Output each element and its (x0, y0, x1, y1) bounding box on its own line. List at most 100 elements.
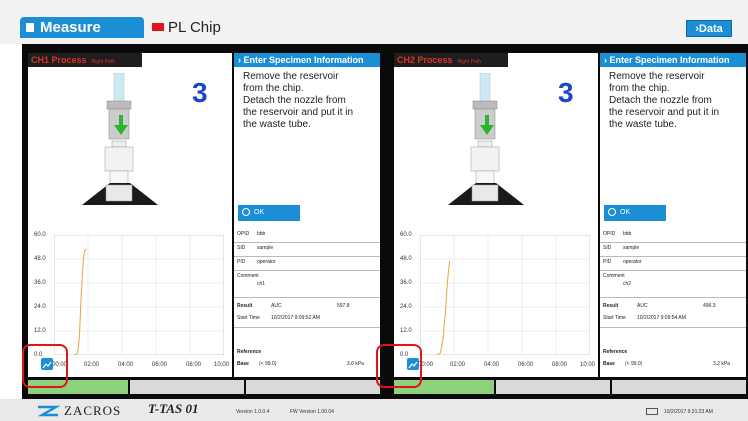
sid-value: sample (623, 245, 640, 251)
x-tick-label: 10:00 (214, 362, 230, 368)
opid-value: bbb (623, 231, 632, 237)
step-number: 3 (558, 77, 574, 108)
opid-label: OPID (603, 231, 616, 237)
base-value: 3.2 kPa (713, 361, 730, 367)
process-title: CH1 Process Right Path (28, 53, 142, 67)
pid-row: PID operator (237, 259, 377, 269)
status-segment (612, 380, 746, 394)
status-segment (246, 380, 380, 394)
divider (600, 327, 746, 328)
process-pane: CH2 Process Right Path 3 (394, 53, 598, 230)
enter-specimen-title: Enter Specimen Information (243, 55, 364, 65)
reference-row: Reference (237, 349, 377, 359)
instruction-text: Remove the reservoir from the chip. Deta… (609, 71, 741, 131)
results-pane: OPID bbb SID sample PID operator Comment ch1… (234, 227, 380, 377)
instruction-line: from the chip. (609, 83, 670, 94)
status-strip (394, 380, 746, 394)
fw-version: FW Version 1.00.04 (290, 409, 334, 415)
tab-measure-label: Measure (40, 19, 101, 36)
opid-row: OPID bbb (603, 231, 743, 241)
x-tick-label: 08:00 (186, 362, 202, 368)
system-version: Version 1.0.0.4 (236, 409, 270, 415)
y-tick-label: 36.0 (34, 280, 46, 286)
x-tick-label: 10:00 (580, 362, 596, 368)
comment-row: Comment ch1 (237, 273, 377, 287)
result-metric: AUC (637, 303, 648, 309)
sid-row: SID sample (237, 245, 377, 255)
start-time-label: Start Time (603, 315, 626, 321)
enter-specimen-header[interactable]: › Enter Specimen Information (600, 53, 746, 67)
status-segment (130, 380, 244, 394)
instruction-line: the waste tube. (609, 119, 677, 130)
ok-button[interactable]: OK (238, 205, 300, 221)
divider (234, 270, 380, 271)
results-pane: OPID bbb SID sample PID operator Comment ch2… (600, 227, 746, 377)
opid-value: bbb (257, 231, 266, 237)
graph-plot-area (54, 235, 224, 355)
comment-value: ch1 (257, 281, 266, 287)
tab-pl-chip[interactable]: PL Chip (146, 17, 224, 38)
result-value: 597.8 (337, 303, 350, 309)
result-label: Result (237, 303, 253, 309)
instruction-line: Detach the nozzle from (243, 95, 346, 106)
enter-specimen-title: Enter Specimen Information (609, 55, 730, 65)
reference-row: Reference (603, 349, 743, 359)
comment-label: Comment (603, 273, 625, 279)
y-tick-label: 24.0 (400, 304, 412, 310)
x-tick-label: 02:00 (450, 362, 466, 368)
base-label: Base (237, 361, 249, 367)
data-button[interactable]: ›Data (686, 20, 732, 37)
divider (600, 242, 746, 243)
base-range: (< 99.0) (259, 361, 277, 367)
channel-panel-1: CH1 Process Right Path 3 › Enter Specimen… (22, 44, 382, 399)
start-time-row: Start Time 10/2/2017 9:09:52 AM (237, 315, 377, 325)
tab-pl-chip-label: PL Chip (168, 19, 221, 36)
y-tick-label: 12.0 (400, 328, 412, 334)
pl-chip-tab-icon (152, 23, 164, 31)
channel-panel-2: CH2 Process Right Path 3 › Enter Specimen… (388, 44, 748, 399)
instruction-line: Remove the reservoir (243, 71, 339, 82)
instruction-line: Detach the nozzle from (609, 95, 712, 106)
comment-label: Comment (237, 273, 259, 279)
keyboard-icon[interactable] (646, 408, 658, 415)
enter-specimen-header[interactable]: › Enter Specimen Information (234, 53, 380, 67)
pid-row: PID operator (603, 259, 743, 269)
clock: 10/2/2017 9:31:23 AM (664, 409, 713, 415)
opid-row: OPID bbb (237, 231, 377, 241)
process-title-text: CH2 Process (397, 55, 453, 65)
ok-icon (242, 208, 250, 216)
instruction-line: the reservoir and put it in (609, 107, 720, 118)
start-time-label: Start Time (237, 315, 260, 321)
status-segment (496, 380, 610, 394)
tab-measure[interactable]: Measure (20, 17, 144, 38)
y-tick-label: 48.0 (34, 256, 46, 262)
comment-row: Comment ch2 (603, 273, 743, 287)
base-row: Base (< 99.0) 3.6 kPa (237, 361, 377, 371)
status-strip (28, 380, 380, 394)
pid-label: PID (603, 259, 612, 265)
y-tick-label: 60.0 (400, 232, 412, 238)
ok-button[interactable]: OK (604, 205, 666, 221)
reference-label: Reference (237, 349, 262, 355)
instruction-line: the waste tube. (243, 119, 311, 130)
specimen-info-pane: › Enter Specimen Information Remove the … (600, 53, 746, 230)
chip-device-illustration (82, 73, 158, 205)
result-row: Result AUC 597.8 (237, 303, 377, 313)
divider (600, 297, 746, 298)
base-row: Base (< 99.0) 3.2 kPa (603, 361, 743, 371)
opid-label: OPID (237, 231, 250, 237)
sid-label: SID (237, 245, 246, 251)
divider (234, 297, 380, 298)
x-tick-label: 08:00 (552, 362, 568, 368)
x-tick-label: 02:00 (84, 362, 100, 368)
divider (234, 242, 380, 243)
sid-value: sample (257, 245, 274, 251)
instruction-line: Remove the reservoir (609, 71, 705, 82)
divider (234, 327, 380, 328)
pid-value: operator (257, 259, 276, 265)
sid-row: SID sample (603, 245, 743, 255)
ok-icon (608, 208, 616, 216)
divider (234, 256, 380, 257)
y-tick-label: 60.0 (34, 232, 46, 238)
product-name: T-TAS 01 (148, 401, 199, 416)
